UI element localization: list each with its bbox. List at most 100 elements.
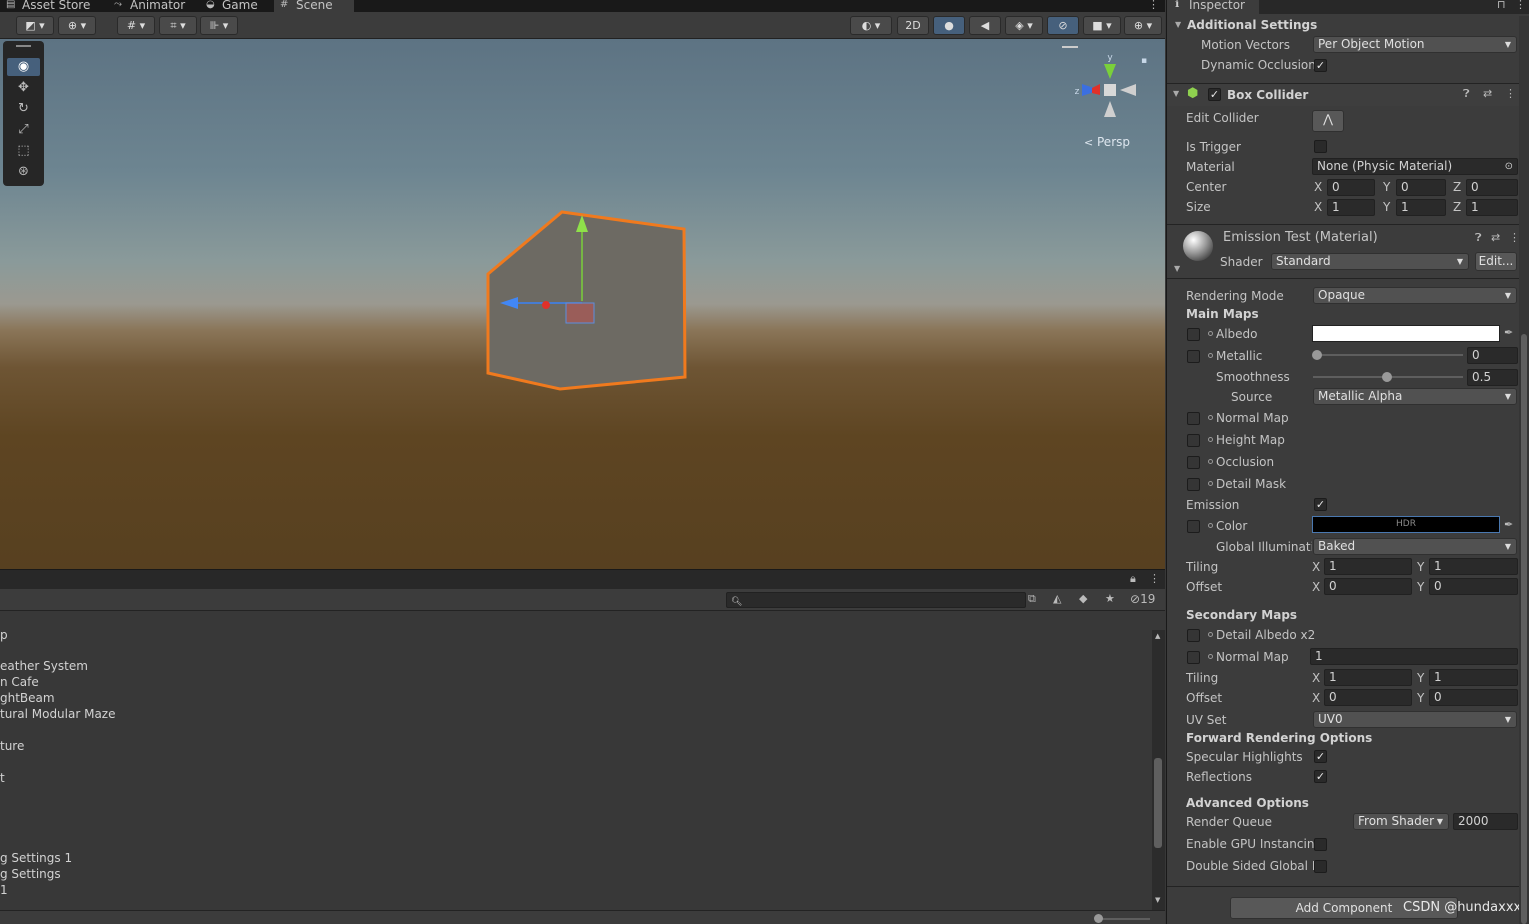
list-item[interactable]: 1: [0, 882, 8, 898]
panel-drag-handle[interactable]: [16, 45, 31, 47]
albedo-color-swatch[interactable]: [1312, 325, 1500, 342]
texture-slot[interactable]: [1187, 434, 1200, 447]
specular-highlights-checkbox[interactable]: ✓: [1314, 750, 1327, 763]
double-sided-gi-checkbox[interactable]: [1314, 860, 1327, 873]
list-item[interactable]: tural Modular Maze: [0, 706, 116, 722]
global-local-dropdown[interactable]: ⊕ ▾: [58, 16, 96, 35]
global-illumination-dropdown[interactable]: Baked ▼: [1313, 538, 1517, 555]
center-x-field[interactable]: 0: [1327, 179, 1375, 196]
lock-icon[interactable]: 🔒︎: [1130, 572, 1136, 586]
scale-tool-button[interactable]: ⤢: [7, 121, 40, 139]
dynamic-occlusion-checkbox[interactable]: ✓: [1314, 59, 1327, 72]
move-tool-button[interactable]: ✥: [7, 79, 40, 97]
tab-game[interactable]: ◒ Game: [200, 0, 272, 12]
scroll-up-icon[interactable]: ▲: [1155, 632, 1160, 640]
render-mode-dropdown[interactable]: ◐ ▾: [850, 16, 892, 35]
shader-dropdown[interactable]: Standard ▼: [1271, 253, 1469, 270]
tiling-x-field[interactable]: 1: [1324, 558, 1412, 575]
offset2-y-field[interactable]: 0: [1429, 689, 1518, 706]
texture-slot[interactable]: [1187, 350, 1200, 363]
center-y-field[interactable]: 0: [1396, 179, 1446, 196]
inspector-tab[interactable]: ℹ Inspector: [1167, 0, 1259, 14]
size-x-field[interactable]: 1: [1327, 199, 1375, 216]
foldout-arrow-icon[interactable]: ▼: [1174, 264, 1180, 273]
uv-set-dropdown[interactable]: UV0 ▼: [1313, 711, 1517, 728]
effects-dropdown[interactable]: ◈ ▾: [1005, 16, 1043, 35]
size-y-field[interactable]: 1: [1396, 199, 1446, 216]
ruler-dropdown[interactable]: ⊪ ▾: [200, 16, 238, 35]
box-collider-header[interactable]: ▼ ⬢ ✓ Box Collider ❓︎ ⇄ ⋮: [1167, 84, 1529, 106]
material-title[interactable]: Emission Test (Material): [1223, 230, 1378, 246]
scene-viewport[interactable]: y z ▪ < Persp: [0, 39, 1165, 569]
panel-menu-icon[interactable]: ⋮: [1149, 572, 1160, 585]
scroll-thumb[interactable]: [1154, 758, 1162, 848]
texture-slot[interactable]: [1187, 651, 1200, 664]
gizmo-lock-icon[interactable]: ▪: [1141, 56, 1147, 66]
list-item[interactable]: p: [0, 627, 8, 643]
hidden-packages-toggle[interactable]: ⊘19: [1130, 592, 1155, 606]
x-axis-handle[interactable]: [542, 301, 550, 309]
help-icon[interactable]: ❓︎: [1475, 231, 1482, 245]
metallic-value-field[interactable]: 0: [1467, 347, 1518, 364]
create-icon[interactable]: ⧉: [1028, 592, 1036, 606]
icon-size-slider[interactable]: [1096, 918, 1150, 920]
reflections-checkbox[interactable]: ✓: [1314, 770, 1327, 783]
orientation-gizmo[interactable]: [1082, 64, 1136, 117]
tiling2-y-field[interactable]: 1: [1429, 669, 1518, 686]
gizmos-dropdown[interactable]: ⊕ ▾: [1124, 16, 1162, 35]
draw-mode-dropdown[interactable]: ◩ ▾: [16, 16, 54, 35]
gpu-instancing-checkbox[interactable]: [1314, 838, 1327, 851]
search-input[interactable]: 🔍︎: [726, 592, 1026, 608]
size-z-field[interactable]: 1: [1466, 199, 1518, 216]
list-item[interactable]: ture: [0, 738, 24, 754]
normal-map-scale-field[interactable]: 1: [1310, 648, 1518, 665]
texture-slot[interactable]: [1187, 412, 1200, 425]
overlay-handle[interactable]: [1062, 46, 1078, 48]
foldout-arrow-icon[interactable]: ▼: [1173, 89, 1179, 98]
list-scrollbar[interactable]: ▲ ▼: [1152, 630, 1165, 910]
view-tool-button[interactable]: ◉: [7, 58, 40, 76]
metallic-slider-knob[interactable]: [1312, 350, 1322, 360]
preset-icon[interactable]: ⇄: [1491, 231, 1500, 244]
center-z-field[interactable]: 0: [1466, 179, 1518, 196]
rotate-tool-button[interactable]: ↻: [7, 100, 40, 118]
eyedropper-icon[interactable]: ✒: [1504, 326, 1513, 339]
inspector-scrollbar[interactable]: [1519, 16, 1529, 924]
list-item[interactable]: g Settings 1: [0, 850, 72, 866]
component-menu-icon[interactable]: ⋮: [1505, 87, 1516, 100]
tiling-y-field[interactable]: 1: [1429, 558, 1518, 575]
smoothness-value-field[interactable]: 0.5: [1467, 369, 1518, 386]
object-picker-icon[interactable]: ⊙: [1505, 159, 1513, 174]
tab-asset-store[interactable]: ▤ Asset Store: [0, 0, 105, 12]
list-item[interactable]: eather System: [0, 658, 88, 674]
physic-material-field[interactable]: None (Physic Material) ⊙: [1312, 158, 1518, 175]
emission-checkbox[interactable]: ✓: [1314, 498, 1327, 511]
help-icon[interactable]: ❓︎: [1463, 87, 1470, 101]
preset-icon[interactable]: ⇄: [1483, 87, 1492, 100]
eyedropper-icon[interactable]: ✒: [1504, 518, 1513, 531]
filter-type-icon[interactable]: ◭: [1053, 592, 1061, 605]
icon-size-knob[interactable]: [1094, 914, 1103, 923]
section-title[interactable]: Additional Settings: [1187, 17, 1317, 33]
offset-y-field[interactable]: 0: [1429, 578, 1518, 595]
metallic-slider[interactable]: [1313, 354, 1463, 356]
scroll-down-icon[interactable]: ▼: [1155, 896, 1160, 904]
render-queue-mode-dropdown[interactable]: From Shader ▼: [1353, 813, 1449, 830]
rendering-mode-dropdown[interactable]: Opaque ▼: [1313, 287, 1517, 304]
plane-handle[interactable]: [565, 302, 595, 324]
list-item[interactable]: ghtBeam: [0, 690, 55, 706]
increment-snap-dropdown[interactable]: ⌗ ▾: [159, 16, 197, 35]
texture-slot[interactable]: [1187, 520, 1200, 533]
list-item[interactable]: n Cafe: [0, 674, 39, 690]
component-enabled-checkbox[interactable]: ✓: [1208, 88, 1221, 101]
render-queue-field[interactable]: 2000: [1453, 813, 1518, 830]
foldout-arrow-icon[interactable]: ▼: [1175, 20, 1181, 29]
inspector-scroll-thumb[interactable]: [1521, 334, 1527, 924]
texture-slot[interactable]: [1187, 478, 1200, 491]
tiling2-x-field[interactable]: 1: [1324, 669, 1412, 686]
list-item[interactable]: g Settings: [0, 866, 61, 882]
smoothness-source-dropdown[interactable]: Metallic Alpha ▼: [1313, 388, 1517, 405]
lock-icon[interactable]: ⊓: [1497, 0, 1506, 11]
transform-tool-button[interactable]: ⊛: [7, 163, 40, 181]
list-item[interactable]: t: [0, 770, 5, 786]
